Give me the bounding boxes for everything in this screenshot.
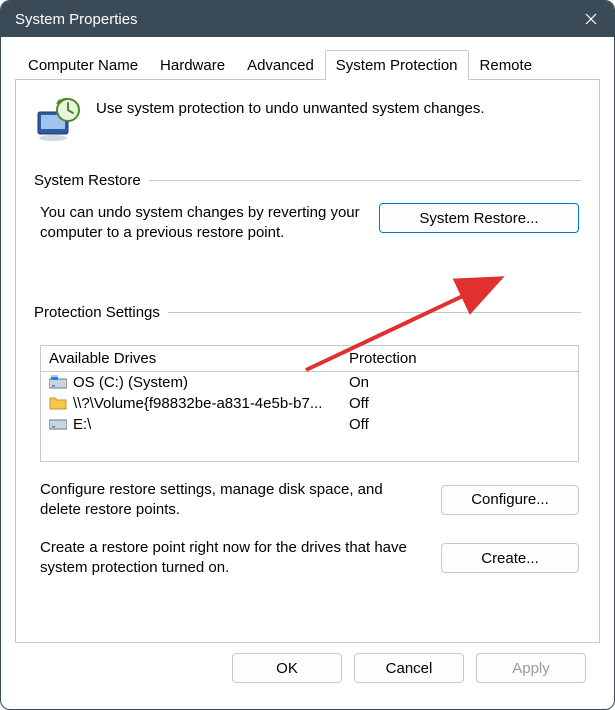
tab-remote[interactable]: Remote — [469, 50, 544, 80]
drive-name: OS (C:) (System) — [73, 374, 188, 391]
intro-text: Use system protection to undo unwanted s… — [96, 98, 485, 117]
protection-settings-legend: Protection Settings — [34, 304, 160, 321]
tab-pane-system-protection: Use system protection to undo unwanted s… — [15, 79, 600, 643]
drive-status: Off — [349, 395, 570, 412]
drive-status: On — [349, 374, 570, 391]
cancel-button[interactable]: Cancel — [354, 653, 464, 683]
tabstrip: Computer Name Hardware Advanced System P… — [17, 49, 600, 79]
tab-advanced[interactable]: Advanced — [236, 50, 325, 80]
ok-button[interactable]: OK — [232, 653, 342, 683]
list-padding — [41, 435, 578, 461]
configure-button[interactable]: Configure... — [441, 485, 579, 515]
close-icon — [585, 13, 597, 25]
create-button[interactable]: Create... — [441, 543, 579, 573]
drives-header: Available Drives Protection — [41, 346, 578, 371]
configure-row: Configure restore settings, manage disk … — [40, 480, 579, 521]
tab-system-protection[interactable]: System Protection — [325, 50, 469, 80]
drive-row[interactable]: OS (C:) (System) On — [41, 372, 578, 393]
create-description: Create a restore point right now for the… — [40, 538, 423, 579]
system-restore-legend: System Restore — [34, 172, 141, 189]
dialog-buttons: OK Cancel Apply — [15, 643, 600, 697]
configure-description: Configure restore settings, manage disk … — [40, 480, 423, 521]
window-close-button[interactable] — [568, 1, 614, 37]
apply-button[interactable]: Apply — [476, 653, 586, 683]
tab-computer-name[interactable]: Computer Name — [17, 50, 149, 80]
col-protection: Protection — [349, 350, 570, 367]
protection-settings-group: Protection Settings Available Drives Pro… — [34, 304, 581, 579]
client-area: Computer Name Hardware Advanced System P… — [1, 37, 614, 709]
drive-row[interactable]: E:\ Off — [41, 414, 578, 435]
window-title: System Properties — [15, 11, 138, 28]
drive-os-icon — [49, 375, 67, 389]
intro-row: Use system protection to undo unwanted s… — [34, 98, 581, 142]
divider — [149, 180, 581, 181]
divider — [168, 312, 581, 313]
folder-icon — [49, 396, 67, 410]
create-row: Create a restore point right now for the… — [40, 538, 579, 579]
drive-row[interactable]: \\?\Volume{f98832be-a831-4e5b-b7... Off — [41, 393, 578, 414]
drives-list[interactable]: Available Drives Protection OS (C:) (Sys… — [40, 345, 579, 462]
drive-icon — [49, 417, 67, 431]
system-protection-icon — [34, 98, 82, 142]
system-restore-group: System Restore You can undo system chang… — [34, 172, 581, 244]
system-restore-description: You can undo system changes by reverting… — [40, 203, 361, 244]
system-properties-window: System Properties Computer Name Hardware… — [0, 0, 615, 710]
drive-name: \\?\Volume{f98832be-a831-4e5b-b7... — [73, 395, 322, 412]
col-available-drives: Available Drives — [49, 350, 349, 367]
drive-status: Off — [349, 416, 570, 433]
system-restore-button[interactable]: System Restore... — [379, 203, 579, 233]
tab-hardware[interactable]: Hardware — [149, 50, 236, 80]
titlebar: System Properties — [1, 1, 614, 37]
drive-name: E:\ — [73, 416, 91, 433]
